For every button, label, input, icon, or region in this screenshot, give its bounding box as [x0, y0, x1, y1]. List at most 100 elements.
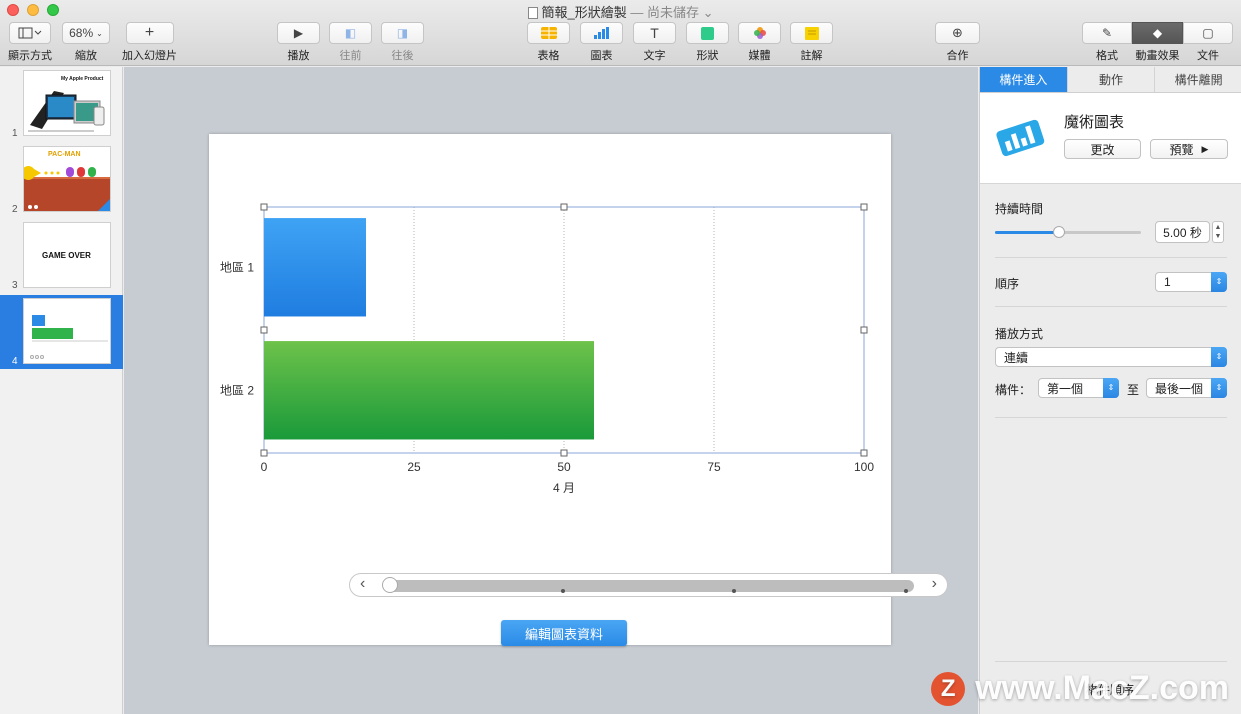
- chevron-left-icon[interactable]: ‹: [360, 575, 365, 593]
- slide-preview: PAC-MAN: [23, 146, 111, 212]
- slide-thumbnail-4[interactable]: 4: [0, 295, 123, 369]
- slide[interactable]: 地區 1 地區 2 0 25 50 75 100 4 月 ‹ › 編輯圖表資料: [209, 134, 948, 646]
- view-button[interactable]: [9, 22, 51, 44]
- media-button[interactable]: [738, 22, 781, 44]
- scrubber-track[interactable]: [384, 580, 914, 593]
- play-icon: ▶: [293, 26, 304, 40]
- shape-button[interactable]: [686, 22, 729, 44]
- add-slide-label: 加入幻燈片: [122, 50, 177, 62]
- build-from-value: 第一個: [1047, 381, 1084, 396]
- comment-icon: [804, 26, 819, 40]
- layer-back-icon: ◧: [344, 26, 357, 40]
- zoom-control: 68% ⌄ 縮放: [62, 22, 110, 63]
- build-to-value: 最後一個: [1155, 381, 1204, 396]
- tab-action[interactable]: 動作: [1068, 67, 1156, 92]
- paintbrush-icon: ✎: [1101, 26, 1113, 40]
- photos-icon: [753, 27, 766, 39]
- slide-number: 3: [12, 280, 18, 291]
- format-button[interactable]: ✎: [1082, 22, 1132, 44]
- order-select[interactable]: 1 ⇕: [1155, 272, 1227, 292]
- collaborate-button[interactable]: ⊕: [935, 22, 980, 44]
- slide-number: 2: [12, 204, 18, 215]
- view-label: 顯示方式: [8, 50, 52, 62]
- document-button[interactable]: ▢: [1183, 22, 1233, 44]
- table-label: 表格: [537, 50, 560, 62]
- x-axis-label: 4 月: [553, 481, 575, 495]
- text-label: 文字: [643, 50, 666, 62]
- selection-handle[interactable]: [260, 203, 268, 211]
- add-person-icon: ⊕: [952, 25, 963, 40]
- zoom-select[interactable]: 68% ⌄: [62, 22, 110, 44]
- bring-forward-label: 往後: [391, 50, 414, 62]
- shape-control: 形狀: [686, 22, 729, 63]
- duration-slider[interactable]: [995, 226, 1141, 238]
- table-button[interactable]: [527, 22, 570, 44]
- change-effect-button[interactable]: 更改: [1064, 139, 1141, 159]
- animate-button[interactable]: ◆: [1132, 22, 1183, 44]
- build-from-select[interactable]: 第一個 ⇕: [1038, 378, 1119, 398]
- delivery-value: 連續: [1004, 350, 1029, 365]
- slide-navigator: 1 My Apple Product 2 PAC-MAN 3 GAME OVER…: [0, 67, 123, 714]
- duration-label: 持續時間: [995, 202, 1044, 216]
- chevron-down-icon: ⌄: [96, 28, 103, 38]
- add-slide-button[interactable]: +: [125, 22, 174, 44]
- slide-thumbnail-1[interactable]: 1 My Apple Product: [0, 67, 123, 141]
- selection-handle[interactable]: [560, 449, 568, 457]
- chevron-right-icon[interactable]: ›: [932, 575, 937, 593]
- bar-1: [264, 218, 366, 317]
- delivery-select[interactable]: 連續 ⇕: [995, 347, 1227, 367]
- devices-image: [28, 91, 105, 132]
- duration-slider-knob[interactable]: [1053, 226, 1066, 238]
- table-icon: [540, 27, 557, 39]
- preview-button[interactable]: 預覽 ▶: [1150, 139, 1228, 159]
- build-to-select[interactable]: 最後一個 ⇕: [1146, 378, 1227, 398]
- divider: [995, 661, 1227, 662]
- delivery-label: 播放方式: [995, 327, 1044, 341]
- watermark-badge: Z: [931, 671, 966, 706]
- shape-label: 形狀: [696, 50, 719, 62]
- play-control: ▶ 播放: [277, 22, 320, 63]
- slide-thumbnail-3[interactable]: 3 GAME OVER: [0, 219, 123, 293]
- chart-icon: [593, 27, 609, 39]
- selection-handle[interactable]: [860, 326, 868, 334]
- sidebar-view-icon: [18, 27, 42, 39]
- inspector-switcher: ✎ ◆ ▢ 格式 動畫效果 文件: [1082, 22, 1233, 63]
- bar-chart[interactable]: 地區 1 地區 2 0 25 50 75 100 4 月: [209, 134, 891, 645]
- selection-handle[interactable]: [560, 203, 568, 211]
- bring-forward-control: ◨ 往後: [381, 22, 424, 63]
- tab-build-in[interactable]: 構件進入: [980, 67, 1068, 92]
- chart-button[interactable]: [580, 22, 623, 44]
- duration-stepper[interactable]: ▲ ▼: [1212, 221, 1224, 243]
- category-label: 地區 1: [220, 260, 254, 274]
- selection-handle[interactable]: [260, 326, 268, 334]
- layer-forward-icon: ◨: [396, 26, 409, 40]
- save-status[interactable]: — 尚未儲存 ⌄: [630, 5, 713, 20]
- updown-chevron-icon: ⇕: [1103, 378, 1119, 398]
- bring-back-control: ◧ 往前: [329, 22, 372, 63]
- tab-build-out[interactable]: 構件離開: [1155, 67, 1241, 92]
- bring-forward-button[interactable]: ◨: [381, 22, 424, 44]
- slide-preview: My Apple Product: [23, 70, 111, 136]
- edit-chart-data-button[interactable]: 編輯圖表資料: [501, 620, 627, 646]
- shape-icon: [701, 26, 714, 40]
- text-icon: T: [650, 25, 659, 41]
- play-button[interactable]: ▶: [277, 22, 320, 44]
- zoom-label: 縮放: [75, 50, 97, 62]
- bring-back-label: 往前: [339, 50, 362, 62]
- selection-handle[interactable]: [860, 449, 868, 457]
- build-scrubber[interactable]: ‹ ›: [349, 573, 948, 597]
- scrubber-knob[interactable]: [382, 577, 398, 593]
- bar-2: [264, 341, 594, 440]
- slide-thumbnail-2[interactable]: 2 PAC-MAN: [0, 143, 123, 217]
- inspector-tabs: 構件進入 動作 構件離開: [980, 67, 1241, 93]
- selection-handle[interactable]: [260, 449, 268, 457]
- bring-back-button[interactable]: ◧: [329, 22, 372, 44]
- inspector-segments: ✎ ◆ ▢: [1082, 22, 1233, 44]
- selection-handle[interactable]: [860, 203, 868, 211]
- duration-field[interactable]: 5.00 秒: [1155, 221, 1210, 243]
- animate-label: 動畫效果: [1135, 50, 1180, 62]
- document-icon: [527, 7, 538, 19]
- chart-control: 圖表: [580, 22, 623, 63]
- text-button[interactable]: T: [633, 22, 676, 44]
- comment-button[interactable]: [790, 22, 833, 44]
